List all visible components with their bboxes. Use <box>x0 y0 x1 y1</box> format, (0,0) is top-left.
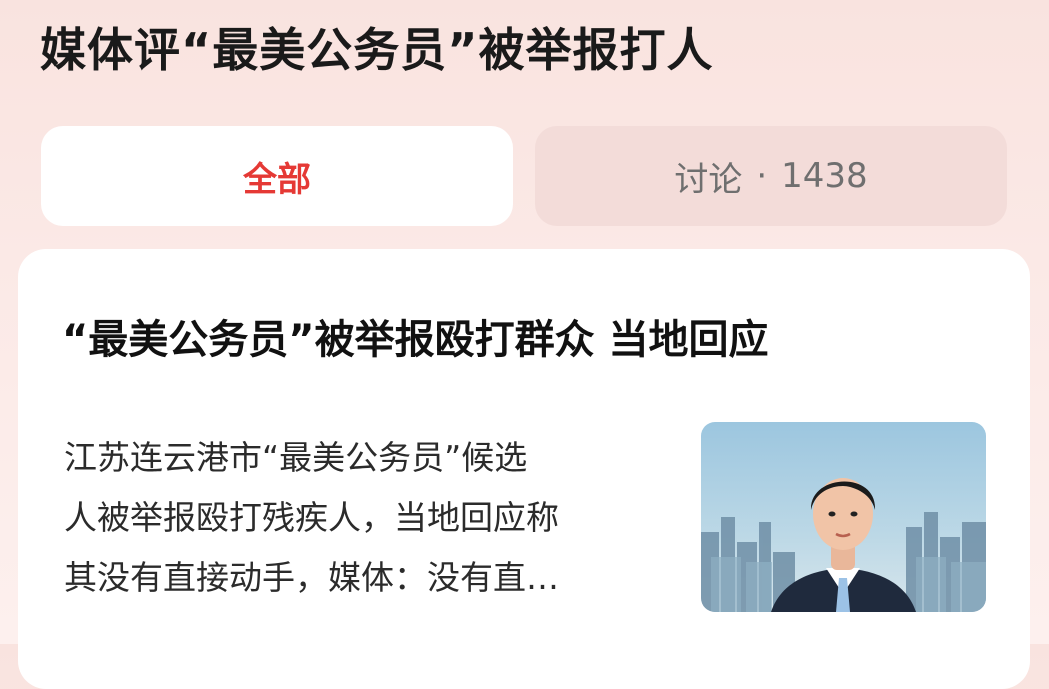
summary-line: 人被举报殴打残疾人，当地回应称 <box>64 498 559 537</box>
tab-all[interactable]: 全部 <box>41 126 513 226</box>
article-headline[interactable]: “最美公务员”被举报殴打群众 当地回应 <box>62 307 769 365</box>
page-title: 媒体评“最美公务员”被举报打人 <box>40 23 714 77</box>
tab-all-label: 全部 <box>243 159 311 200</box>
discussion-count: 1438 <box>781 156 868 196</box>
article-summary[interactable]: 江苏连云港市“最美公务员”候选 人被举报殴打残疾人，当地回应称 其没有直接动手，… <box>64 428 664 608</box>
tab-discussion[interactable]: 讨论 · 1438 <box>535 126 1007 226</box>
article-thumbnail[interactable] <box>701 422 986 612</box>
summary-line: 其没有直接动手，媒体：没有直… <box>64 558 559 597</box>
tab-separator: · <box>756 156 768 196</box>
tab-discussion-label: 讨论 <box>674 159 743 200</box>
summary-line: 江苏连云港市“最美公务员”候选 <box>64 438 528 477</box>
news-anchor-image <box>701 422 986 612</box>
